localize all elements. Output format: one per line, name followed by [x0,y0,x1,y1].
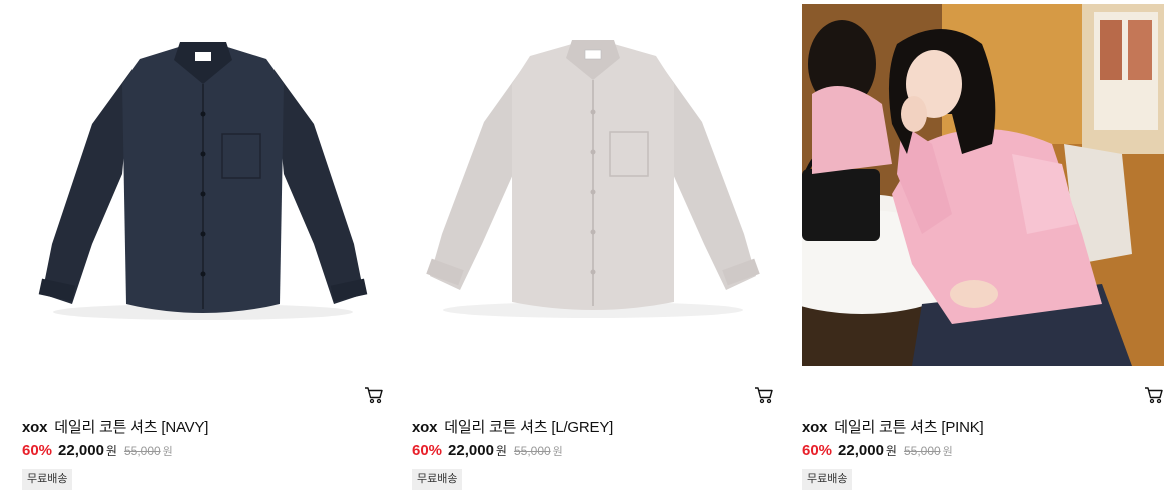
original-price-unit: 원 [552,446,563,458]
discount-rate: 60% [412,442,443,459]
product-title[interactable]: 데일리 코튼 셔츠 [PINK] [834,419,983,436]
discount-rate: 60% [802,442,833,459]
brand-label: xox [802,419,828,436]
sale-price-unit: 원 [495,444,507,458]
product-title[interactable]: 데일리 코튼 셔츠 [NAVY] [54,419,208,436]
product-card[interactable]: xox 데일리 코튼 셔츠 [NAVY] 60% 22,000 원 55,000 원 무료… [22,0,384,501]
sale-price-unit: 원 [885,444,897,458]
original-price: 55,000 [903,444,941,458]
cart-icon[interactable] [1144,386,1164,404]
product-image[interactable] [22,4,384,366]
price-row: 60% 22,000 원 55,000 원 [802,441,953,462]
brand-label: xox [412,419,438,436]
sale-price: 22,000 [448,442,494,459]
product-image[interactable] [412,4,774,366]
original-price-unit: 원 [162,446,173,458]
product-title[interactable]: 데일리 코튼 셔츠 [L/GREY] [444,419,613,436]
free-shipping-badge: 무료배송 [802,469,853,490]
product-card[interactable]: xox 데일리 코튼 셔츠 [L/GREY] 60% 22,000 원 55,000 원 … [412,0,774,501]
product-name[interactable]: xox 데일리 코튼 셔츠 [L/GREY] [412,418,613,438]
cart-icon[interactable] [364,386,384,404]
price-row: 60% 22,000 원 55,000 원 [412,441,563,462]
sale-price: 22,000 [58,442,104,459]
original-price: 55,000 [123,444,161,458]
discount-rate: 60% [22,442,53,459]
free-shipping-badge: 무료배송 [22,469,73,490]
original-price-unit: 원 [942,446,953,458]
product-grid: xox 데일리 코튼 셔츠 [NAVY] 60% 22,000 원 55,000 원 무료… [0,0,1173,501]
original-price: 55,000 [513,444,551,458]
product-name[interactable]: xox 데일리 코튼 셔츠 [NAVY] [22,418,208,438]
product-name[interactable]: xox 데일리 코튼 셔츠 [PINK] [802,418,984,438]
cart-icon[interactable] [754,386,774,404]
sale-price-unit: 원 [105,444,117,458]
product-card[interactable]: xox 데일리 코튼 셔츠 [PINK] 60% 22,000 원 55,000 원 무료… [802,0,1164,501]
free-shipping-badge: 무료배송 [412,469,463,490]
product-image[interactable] [802,4,1164,366]
brand-label: xox [22,419,48,436]
sale-price: 22,000 [838,442,884,459]
price-row: 60% 22,000 원 55,000 원 [22,441,173,462]
